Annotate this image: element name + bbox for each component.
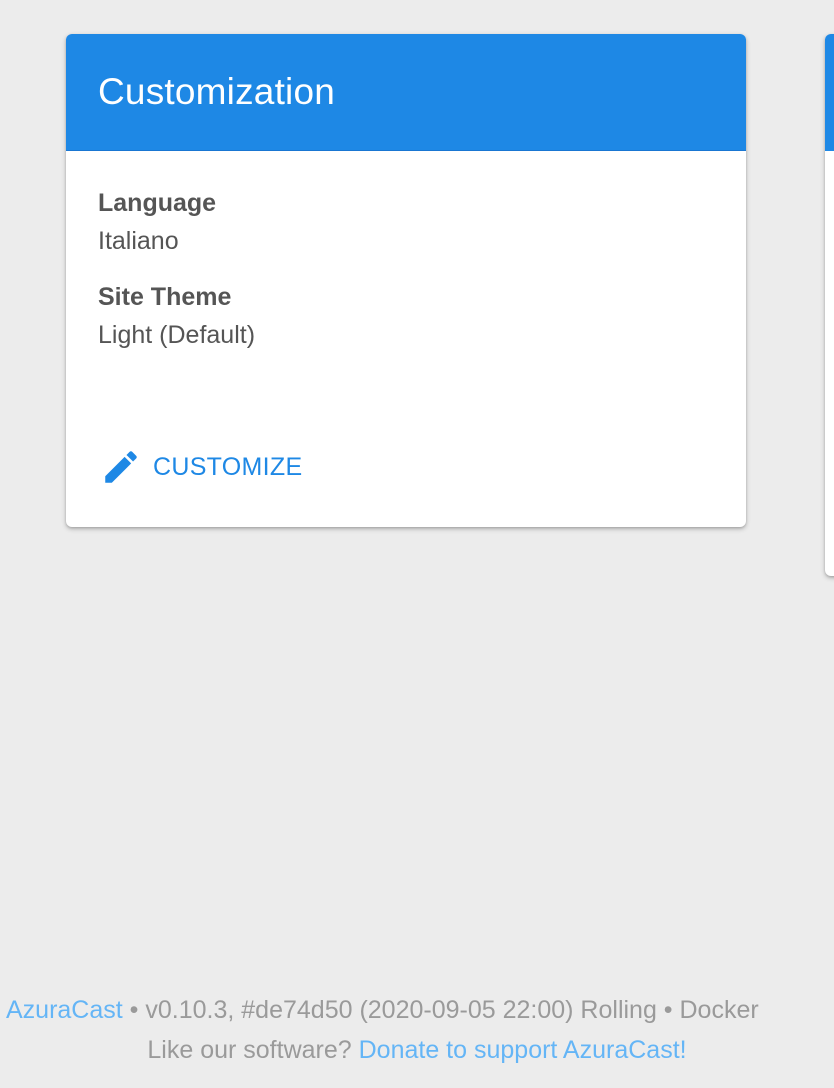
site-theme-field: Site Theme Light (Default)	[98, 281, 714, 351]
site-theme-label: Site Theme	[98, 283, 232, 311]
customization-card: Customization Language Italiano Site The…	[66, 34, 746, 527]
donate-prompt: Like our software?	[147, 1036, 352, 1064]
card-title: Customization	[98, 71, 336, 112]
language-label: Language	[98, 189, 217, 217]
card-header: Customization	[66, 34, 746, 151]
footer: AzuraCast • v0.10.3, #de74d50 (2020-09-0…	[0, 990, 834, 1070]
adjacent-card-header	[825, 34, 834, 151]
site-theme-value: Light (Default)	[98, 321, 256, 349]
language-value: Italiano	[98, 227, 179, 255]
footer-donate-line: Like our software? Donate to support Azu…	[0, 1030, 834, 1070]
language-field: Language Italiano	[98, 187, 714, 257]
profile-page: Customization Language Italiano Site The…	[0, 0, 834, 1088]
footer-version-line: AzuraCast • v0.10.3, #de74d50 (2020-09-0…	[0, 990, 834, 1030]
customize-button[interactable]: CUSTOMIZE	[100, 446, 302, 488]
donate-link[interactable]: Donate to support AzuraCast!	[359, 1036, 687, 1064]
version-info: • v0.10.3, #de74d50 (2020-09-05 22:00) R…	[129, 996, 759, 1024]
pencil-icon	[100, 446, 142, 488]
adjacent-card	[825, 34, 834, 576]
customize-label: CUSTOMIZE	[153, 452, 303, 481]
card-body: Language Italiano Site Theme Light (Defa…	[66, 151, 746, 351]
azuracast-link[interactable]: AzuraCast	[6, 996, 123, 1024]
